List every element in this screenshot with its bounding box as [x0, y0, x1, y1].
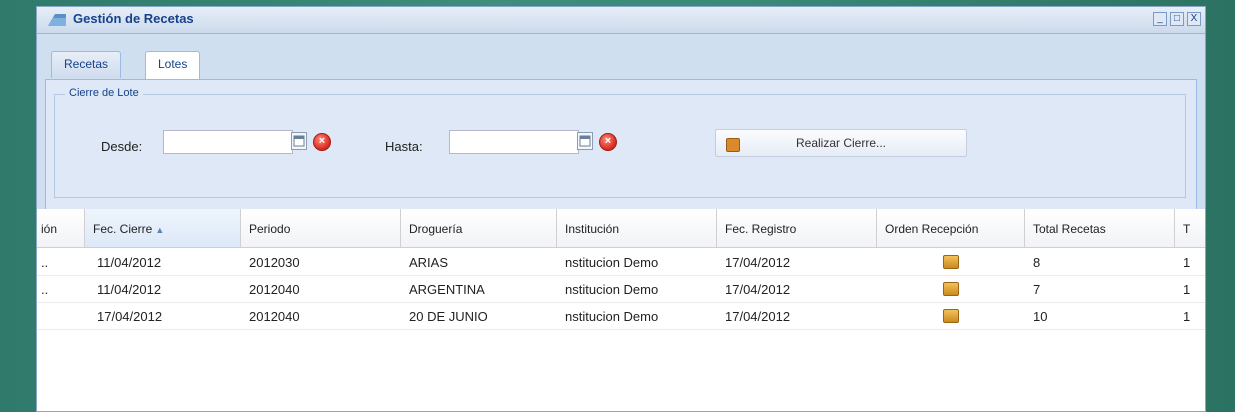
grid-header: ión Fec. Cierre ▲ Periodo Droguería Insti… — [37, 209, 1205, 248]
desde-label: Desde: — [101, 139, 143, 154]
package-icon[interactable] — [943, 282, 959, 296]
table-cell: 2012040 — [249, 309, 300, 324]
column-header-orden-recepcion[interactable]: Orden Recepción — [877, 209, 1025, 247]
table-cell: ARIAS — [409, 255, 449, 270]
table-cell: 2012030 — [249, 255, 300, 270]
clear-icon[interactable]: × — [599, 133, 617, 151]
table-cell: 1 — [1183, 255, 1191, 270]
table-cell: nstitucion Demo — [565, 309, 659, 324]
cierre-legend: Cierre de Lote — [65, 87, 143, 99]
table-cell: .. — [41, 282, 49, 297]
table-cell: 1 — [1183, 309, 1191, 324]
tab-lotes[interactable]: Lotes — [145, 51, 201, 79]
table-cell: 11/04/2012 — [97, 255, 162, 270]
minimize-button[interactable]: _ — [1153, 12, 1167, 26]
table-cell: 7 — [1033, 282, 1041, 297]
column-header-fec-registro[interactable]: Fec. Registro — [717, 209, 877, 247]
window-title: Gestión de Recetas — [73, 11, 194, 26]
sort-asc-icon: ▲ — [155, 225, 165, 235]
calendar-icon[interactable] — [577, 132, 593, 150]
clear-icon[interactable]: × — [313, 133, 331, 151]
column-header-total-recetas[interactable]: Total Recetas — [1025, 209, 1175, 247]
table-row[interactable]: .. 11/04/2012 2012040 ARGENTINA nstituci… — [37, 276, 1205, 303]
cierre-fieldset: Cierre de Lote Desde: × Hasta: × Realiza… — [54, 87, 1186, 198]
desde-date-field[interactable] — [163, 130, 293, 154]
hasta-label: Hasta: — [385, 139, 423, 154]
table-cell: 17/04/2012 — [725, 309, 791, 324]
table-cell: 17/04/2012 — [725, 282, 791, 297]
recetas-window: Gestión de Recetas _ □ X Recetas Lotes C… — [36, 6, 1206, 412]
package-icon[interactable] — [943, 255, 959, 269]
column-header-periodo[interactable]: Periodo — [241, 209, 401, 247]
calendar-icon[interactable] — [291, 132, 307, 150]
table-cell: 10 — [1033, 309, 1048, 324]
table-cell: 8 — [1033, 255, 1041, 270]
window-titlebar[interactable]: Gestión de Recetas _ □ X — [37, 7, 1205, 34]
lotes-grid: ión Fec. Cierre ▲ Periodo Droguería Insti… — [37, 209, 1205, 411]
table-cell: 17/04/2012 — [725, 255, 791, 270]
table-cell: 2012040 — [249, 282, 300, 297]
table-cell — [37, 303, 85, 329]
column-header-fec-cierre[interactable]: Fec. Cierre ▲ — [85, 209, 241, 247]
maximize-button[interactable]: □ — [1170, 12, 1184, 26]
table-cell: 17/04/2012 — [97, 309, 163, 324]
table-row[interactable]: .. 11/04/2012 2012030 ARIAS nstitucion D… — [37, 249, 1205, 276]
package-icon[interactable] — [943, 309, 959, 323]
table-cell: 1 — [1183, 282, 1191, 297]
table-cell: nstitucion Demo — [565, 255, 659, 270]
table-cell: 20 DE JUNIO — [409, 309, 488, 324]
table-row[interactable]: 17/04/2012 2012040 20 DE JUNIO nstitucio… — [37, 303, 1205, 330]
close-button[interactable]: X — [1187, 12, 1201, 26]
table-cell: .. — [41, 255, 49, 270]
table-cell: nstitucion Demo — [565, 282, 659, 297]
app-folder-icon — [48, 14, 66, 26]
table-cell: ARGENTINA — [409, 282, 485, 297]
table-cell: 11/04/2012 — [97, 282, 162, 297]
column-header-drogueria[interactable]: Droguería — [401, 209, 557, 247]
column-header-institucion[interactable]: Institución — [557, 209, 717, 247]
hasta-date-field[interactable] — [449, 130, 579, 154]
column-header[interactable]: T — [1175, 209, 1205, 247]
realizar-cierre-label: Realizar Cierre... — [795, 136, 887, 150]
realizar-cierre-button[interactable]: Realizar Cierre... — [715, 129, 967, 157]
column-header[interactable]: ión — [37, 209, 85, 247]
tab-recetas[interactable]: Recetas — [51, 51, 122, 78]
tab-strip: Recetas Lotes — [45, 47, 1197, 80]
